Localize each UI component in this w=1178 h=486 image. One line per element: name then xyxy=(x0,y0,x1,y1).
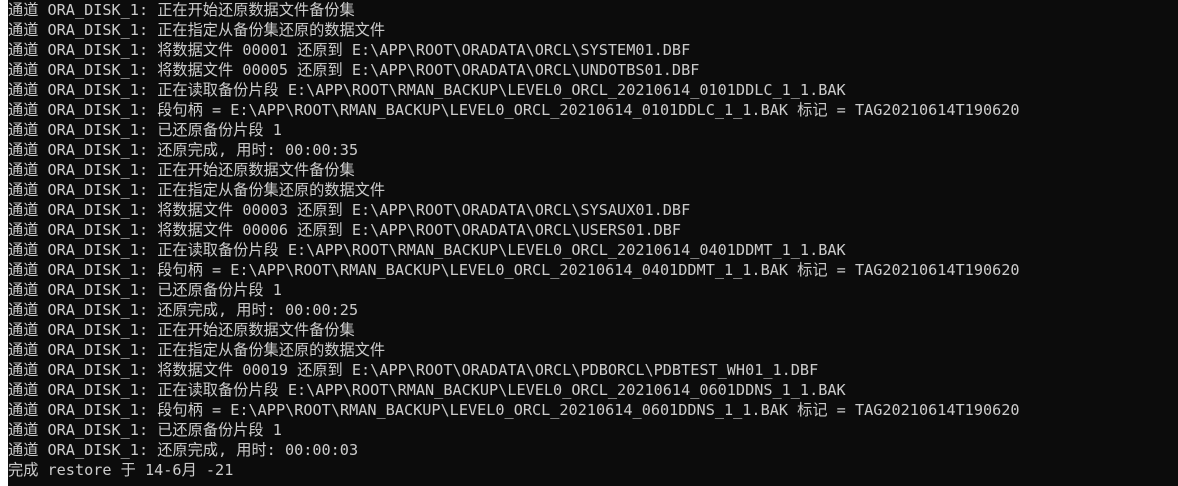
output-line: 通道 ORA_DISK_1: 正在开始还原数据文件备份集 xyxy=(8,321,355,339)
output-line: 通道 ORA_DISK_1: 已还原备份片段 1 xyxy=(8,281,282,299)
output-line: 通道 ORA_DISK_1: 还原完成, 用时: 00:00:25 xyxy=(8,301,359,319)
output-line: 通道 ORA_DISK_1: 段句柄 = E:\APP\ROOT\RMAN_BA… xyxy=(8,101,1020,119)
output-line: 通道 ORA_DISK_1: 还原完成, 用时: 00:00:03 xyxy=(8,441,359,459)
output-line: 通道 ORA_DISK_1: 将数据文件 00005 还原到 E:\APP\RO… xyxy=(8,61,700,79)
left-edge-artifact xyxy=(0,0,8,486)
output-line: 通道 ORA_DISK_1: 段句柄 = E:\APP\ROOT\RMAN_BA… xyxy=(8,261,1020,279)
terminal-window[interactable]: 通道 ORA_DISK_1: 正在开始还原数据文件备份集 通道 ORA_DISK… xyxy=(0,0,1178,486)
output-line: 通道 ORA_DISK_1: 正在开始还原数据文件备份集 xyxy=(8,161,355,179)
output-line: 通道 ORA_DISK_1: 正在指定从备份集还原的数据文件 xyxy=(8,341,386,359)
output-line: 通道 ORA_DISK_1: 正在读取备份片段 E:\APP\ROOT\RMAN… xyxy=(8,381,846,399)
terminal-output: 通道 ORA_DISK_1: 正在开始还原数据文件备份集 通道 ORA_DISK… xyxy=(8,0,1020,480)
output-line: 通道 ORA_DISK_1: 还原完成, 用时: 00:00:35 xyxy=(8,141,359,159)
output-line: 通道 ORA_DISK_1: 正在指定从备份集还原的数据文件 xyxy=(8,21,386,39)
output-line: 通道 ORA_DISK_1: 段句柄 = E:\APP\ROOT\RMAN_BA… xyxy=(8,401,1020,419)
output-line: 通道 ORA_DISK_1: 将数据文件 00019 还原到 E:\APP\RO… xyxy=(8,361,819,379)
output-line: 完成 restore 于 14-6月 -21 xyxy=(8,461,234,479)
output-line: 通道 ORA_DISK_1: 已还原备份片段 1 xyxy=(8,421,282,439)
output-line: 通道 ORA_DISK_1: 将数据文件 00003 还原到 E:\APP\RO… xyxy=(8,201,691,219)
output-line: 通道 ORA_DISK_1: 正在读取备份片段 E:\APP\ROOT\RMAN… xyxy=(8,241,846,259)
output-line: 通道 ORA_DISK_1: 正在指定从备份集还原的数据文件 xyxy=(8,181,386,199)
output-line: 通道 ORA_DISK_1: 将数据文件 00006 还原到 E:\APP\RO… xyxy=(8,221,682,239)
output-line: 通道 ORA_DISK_1: 将数据文件 00001 还原到 E:\APP\RO… xyxy=(8,41,691,59)
output-line: 通道 ORA_DISK_1: 已还原备份片段 1 xyxy=(8,121,282,139)
output-line: 通道 ORA_DISK_1: 正在开始还原数据文件备份集 xyxy=(8,1,355,19)
output-line: 通道 ORA_DISK_1: 正在读取备份片段 E:\APP\ROOT\RMAN… xyxy=(8,81,846,99)
